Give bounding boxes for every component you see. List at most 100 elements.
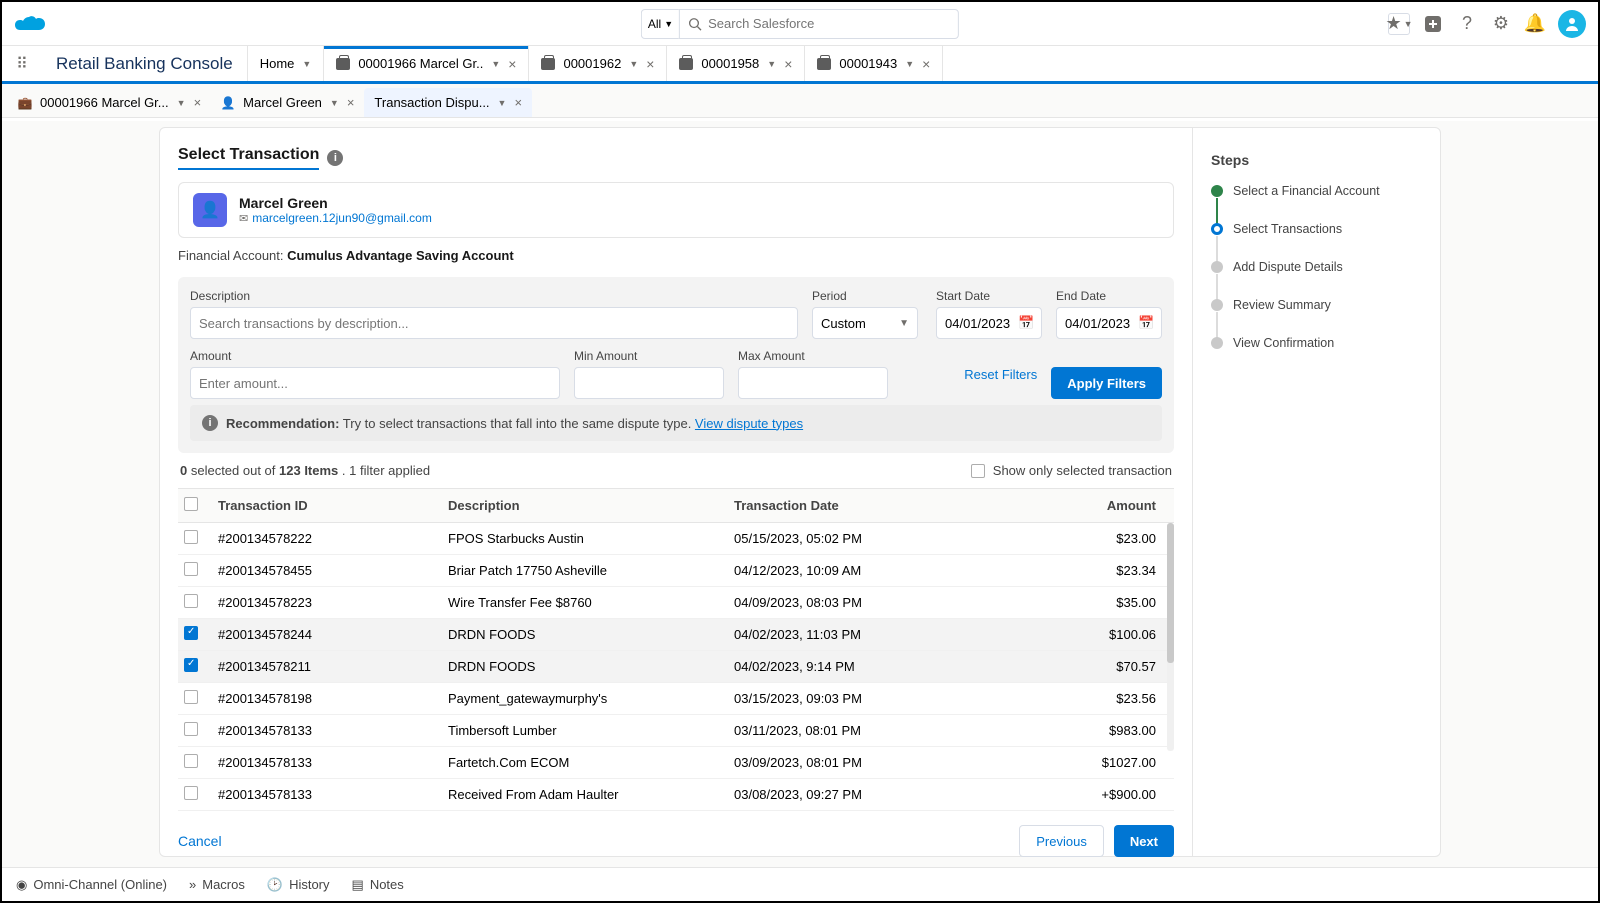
row-checkbox[interactable] [184,594,198,608]
row-checkbox[interactable] [184,786,198,800]
cell-id: #200134578211 [212,659,442,674]
macros-button[interactable]: »Macros [189,877,245,892]
customer-email[interactable]: ✉marcelgreen.12jun90@gmail.com [239,211,432,225]
chevron-down-icon[interactable]: ▼ [177,98,186,108]
nav-tab[interactable]: 00001958 ▼ × [667,46,805,81]
step-item[interactable]: View Confirmation [1211,336,1422,350]
table-row[interactable]: #200134578244DRDN FOODS04/02/2023, 11:03… [178,619,1174,651]
help-icon[interactable]: ? [1456,13,1478,35]
history-button[interactable]: 🕑History [267,877,330,893]
view-dispute-types-link[interactable]: View dispute types [695,416,803,431]
table-scrollbar[interactable] [1167,523,1174,751]
chevron-down-icon[interactable]: ▼ [498,98,507,108]
nav-tab[interactable]: 00001943▼× [805,46,943,81]
nav-tab[interactable]: 00001962▼× [529,46,667,81]
table-row[interactable]: #200134578198Payment_gatewaymurphy's03/1… [178,683,1174,715]
period-select[interactable]: Custom▼ [812,307,918,339]
max-amount-input[interactable] [738,367,888,399]
tab-label: 00001958 [701,56,759,71]
min-amount-input[interactable] [574,367,724,399]
app-name: Retail Banking Console [42,46,248,81]
apply-filters-button[interactable]: Apply Filters [1051,367,1162,399]
notes-button[interactable]: ▤Notes [352,877,404,893]
subtab[interactable]: Transaction Dispu...▼× [364,88,532,117]
show-only-selected-toggle[interactable]: Show only selected transaction [971,463,1172,478]
close-icon[interactable]: × [508,56,516,72]
step-item[interactable]: Add Dispute Details [1211,260,1422,298]
col-amount[interactable]: Amount [968,498,1174,513]
cell-id: #200134578198 [212,691,442,706]
chevron-down-icon[interactable]: ▼ [491,59,500,69]
chevron-down-icon[interactable]: ▼ [767,59,776,69]
step-item[interactable]: Select Transactions [1211,222,1422,260]
cancel-link[interactable]: Cancel [178,833,222,849]
table-row[interactable]: #200134578455Briar Patch 17750 Asheville… [178,555,1174,587]
search-input[interactable] [708,16,950,31]
previous-button[interactable]: Previous [1019,825,1104,857]
notifications-bell-icon[interactable]: 🔔 [1524,13,1546,35]
col-transaction-id[interactable]: Transaction ID [212,498,442,513]
setup-gear-icon[interactable]: ⚙ [1490,13,1512,35]
close-icon[interactable]: × [194,95,202,110]
search-scope-dropdown[interactable]: All▼ [641,9,679,39]
end-date-input[interactable]: 04/01/2023📅 [1056,307,1162,339]
row-checkbox[interactable] [184,690,198,704]
reset-filters-link[interactable]: Reset Filters [964,367,1037,382]
row-checkbox[interactable] [184,562,198,576]
table-row[interactable]: #200134578211DRDN FOODS04/02/2023, 9:14 … [178,651,1174,683]
next-button[interactable]: Next [1114,825,1174,857]
cell-id: #200134578244 [212,627,442,642]
chevron-down-icon: ▼ [899,318,909,329]
table-row[interactable]: #200134578133Received From Adam Haulter0… [178,779,1174,811]
start-date-input[interactable]: 04/01/2023📅 [936,307,1042,339]
cell-id: #200134578133 [212,787,442,802]
close-icon[interactable]: × [646,56,654,72]
table-row[interactable]: #200134578133Fartetch.Com ECOM03/09/2023… [178,747,1174,779]
table-row[interactable]: #200134578222FPOS Starbucks Austin05/15/… [178,523,1174,555]
info-icon[interactable]: i [327,150,343,166]
col-description[interactable]: Description [442,498,728,513]
table-row[interactable]: #200134578133Timbersoft Lumber03/11/2023… [178,715,1174,747]
subtab[interactable]: 👤Marcel Green▼× [211,88,364,117]
omni-channel-button[interactable]: ◉Omni-Channel (Online) [16,877,167,893]
salesforce-logo-icon [14,12,50,36]
chevron-down-icon[interactable]: ▼ [330,98,339,108]
chevron-down-icon[interactable]: ▼ [905,59,914,69]
cell-amount: $983.00 [968,723,1174,738]
add-button[interactable] [1422,13,1444,35]
nav-tab[interactable]: 00001966 Marcel Gr.. ▼ × [324,46,529,81]
subtab-label: Marcel Green [243,95,322,110]
step-label: Add Dispute Details [1233,260,1343,274]
app-launcher-icon[interactable]: ⠿ [2,46,42,81]
description-input[interactable] [190,307,798,339]
row-checkbox[interactable] [184,754,198,768]
chevron-down-icon[interactable]: ▼ [629,59,638,69]
cell-date: 05/15/2023, 05:02 PM [728,531,968,546]
customer-name: Marcel Green [239,195,432,211]
close-icon[interactable]: × [784,56,792,72]
cell-date: 03/09/2023, 08:01 PM [728,755,968,770]
search-box[interactable] [679,9,959,39]
subtab[interactable]: 💼00001966 Marcel Gr...▼× [8,88,211,117]
favorites-button[interactable]: ★▼ [1388,13,1410,35]
amount-input[interactable] [190,367,560,399]
col-date[interactable]: Transaction Date [728,498,968,513]
row-checkbox[interactable] [184,658,198,672]
row-checkbox[interactable] [184,626,198,640]
close-icon[interactable]: × [922,56,930,72]
user-avatar[interactable] [1558,10,1586,38]
row-checkbox[interactable] [184,530,198,544]
macros-icon: » [189,877,196,892]
tab-label: 00001966 Marcel Gr.. [358,56,483,71]
nav-home[interactable]: Home▼ [248,46,325,81]
row-checkbox[interactable] [184,722,198,736]
cell-desc: DRDN FOODS [442,659,728,674]
cell-amount: $1027.00 [968,755,1174,770]
select-all-checkbox[interactable] [184,497,198,511]
step-item[interactable]: Review Summary [1211,298,1422,336]
close-icon[interactable]: × [347,95,355,110]
step-item[interactable]: Select a Financial Account [1211,184,1422,222]
table-row[interactable]: #200134578223Wire Transfer Fee $876004/0… [178,587,1174,619]
cell-date: 04/02/2023, 9:14 PM [728,659,968,674]
close-icon[interactable]: × [514,95,522,110]
